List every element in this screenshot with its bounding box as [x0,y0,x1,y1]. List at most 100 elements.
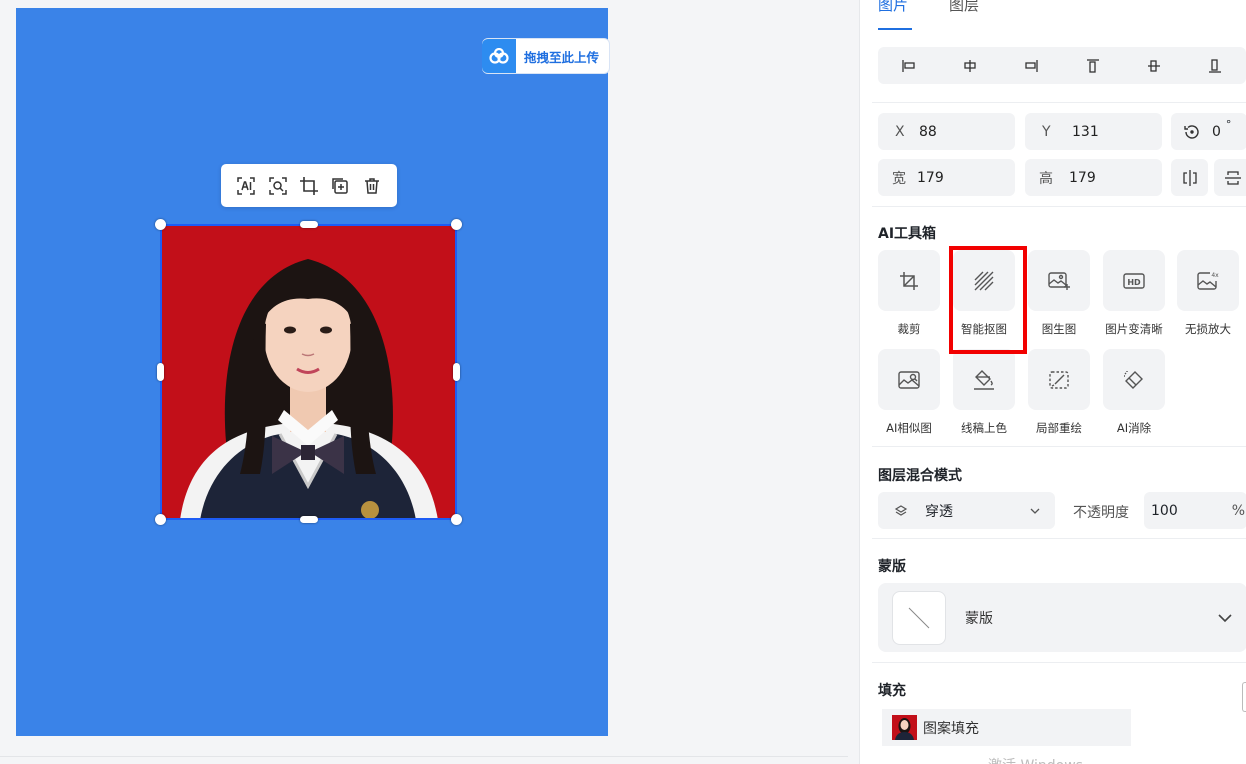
resize-handle-right[interactable] [453,363,460,381]
section-divider [872,446,1246,447]
tool-enhance-clarity-label: 图片变清晰 [1105,322,1163,336]
canvas-bottom-divider [0,756,848,757]
image-search-icon[interactable] [266,174,290,198]
trash-icon[interactable] [360,174,384,198]
resize-handle-top-right[interactable] [451,219,462,230]
tool-image-to-image-label: 图生图 [1041,322,1077,336]
pattern-fill-label: 图案填充 [923,720,979,737]
partial-redraw-icon [1047,369,1071,391]
height-field[interactable]: 高 179 [1025,159,1162,196]
align-hcenter-icon[interactable] [960,56,980,76]
tool-image-to-image[interactable]: 图生图 [1028,250,1090,337]
section-divider [872,538,1246,539]
opacity-unit: % [1231,502,1245,519]
y-value: 131 [1072,123,1099,140]
cloud-logo-icon [482,39,516,73]
x-value: 88 [919,123,937,140]
height-value: 179 [1069,169,1096,186]
tool-ai-similar[interactable]: AI相似图 [878,349,940,436]
copy-icon[interactable] [328,174,352,198]
ai-text-icon[interactable] [234,174,258,198]
resize-handle-top[interactable] [300,221,318,228]
hd-icon: HD [1122,271,1146,291]
panel-tabs: 图片 图层 [860,0,1246,30]
eraser-icon [1122,369,1146,391]
canvas-area[interactable]: 拖拽至此上传 [0,0,858,764]
pattern-fill-row[interactable]: 图案填充 [882,709,1131,746]
blend-mode-select[interactable]: 穿透 [878,492,1055,529]
mask-select[interactable]: 蒙版 [878,583,1246,652]
drag-upload-button[interactable]: 拖拽至此上传 [482,38,610,74]
tool-crop[interactable]: 裁剪 [878,250,940,337]
x-label: X [895,123,905,140]
x-position-field[interactable]: X 88 [878,113,1015,150]
flip-horizontal-icon[interactable] [1171,159,1208,196]
tool-partial-redraw[interactable]: 局部重绘 [1028,349,1090,436]
section-divider [872,102,1246,103]
opacity-input[interactable]: 100 % [1144,492,1246,529]
tool-enhance-clarity[interactable]: HD 图片变清晰 [1103,250,1165,337]
tool-ai-erase-label: AI消除 [1116,421,1152,435]
pattern-thumbnail [892,715,917,740]
resize-handle-bottom[interactable] [300,516,318,523]
active-tab-indicator [878,28,912,30]
tool-crop-label: 裁剪 [897,322,921,336]
panel-collapse-tab[interactable] [1242,682,1246,712]
resize-handle-bottom-right[interactable] [451,514,462,525]
tool-partial-redraw-label: 局部重绘 [1036,421,1082,435]
upscale-4x-icon: 4x [1196,270,1220,292]
align-right-icon[interactable] [1021,56,1041,76]
selection-toolbar [221,164,397,207]
opacity-value: 100 [1151,502,1178,519]
tool-ai-similar-label: AI相似图 [886,421,932,435]
tool-smart-cutout[interactable]: 智能抠图 [953,250,1015,337]
selected-image[interactable] [155,219,462,525]
tool-lossless-upscale[interactable]: 4x 无损放大 [1177,250,1239,337]
y-label: Y [1042,123,1051,140]
ai-toolbox-title: AI工具箱 [878,226,937,242]
properties-panel: 图片 图层 X 88 Y 131 0 ° 宽 179 高 179 AI工具箱 裁… [859,0,1246,764]
resize-handle-bottom-left[interactable] [155,514,166,525]
crop-icon [898,270,920,292]
image-to-image-icon [1047,270,1071,292]
width-value: 179 [917,169,944,186]
svg-text:HD: HD [1127,278,1141,287]
rotation-value: 0 [1212,123,1221,140]
tool-smart-cutout-label: 智能抠图 [961,322,1007,336]
drag-upload-label: 拖拽至此上传 [524,49,600,65]
chevron-down-icon [1029,505,1041,517]
svg-text:4x: 4x [1211,272,1219,279]
similar-image-icon [897,369,921,391]
resize-handle-left[interactable] [157,363,164,381]
cutout-icon [973,270,995,292]
rotation-unit: ° [1225,118,1232,131]
alignment-bar [878,47,1246,84]
align-vcenter-icon[interactable] [1144,56,1164,76]
section-divider [872,206,1246,207]
tool-lineart-color[interactable]: 线稿上色 [953,349,1015,436]
align-top-icon[interactable] [1083,56,1103,76]
y-position-field[interactable]: Y 131 [1025,113,1162,150]
fill-title: 填充 [878,683,906,699]
flip-vertical-icon[interactable] [1214,159,1246,196]
paint-bucket-icon [972,369,996,391]
tool-lineart-color-label: 线稿上色 [961,421,1007,435]
chevron-down-icon [1217,610,1233,626]
mask-label: 蒙版 [965,610,993,627]
rotate-icon [1183,123,1201,141]
tab-image[interactable]: 图片 [878,0,908,15]
blend-mode-value: 穿透 [925,503,953,520]
tool-ai-erase[interactable]: AI消除 [1103,349,1165,436]
section-divider [872,662,1246,663]
resize-handle-top-left[interactable] [155,219,166,230]
crop-icon[interactable] [297,174,321,198]
align-bottom-icon[interactable] [1205,56,1225,76]
tab-layer[interactable]: 图层 [949,0,979,15]
width-field[interactable]: 宽 179 [878,159,1015,196]
tool-lossless-upscale-label: 无损放大 [1185,322,1231,336]
opacity-label: 不透明度 [1073,505,1129,521]
align-left-icon[interactable] [899,56,919,76]
mask-title: 蒙版 [878,559,906,575]
rotation-field[interactable]: 0 ° [1171,113,1246,150]
os-watermark: 激活 Windows [988,755,1083,764]
